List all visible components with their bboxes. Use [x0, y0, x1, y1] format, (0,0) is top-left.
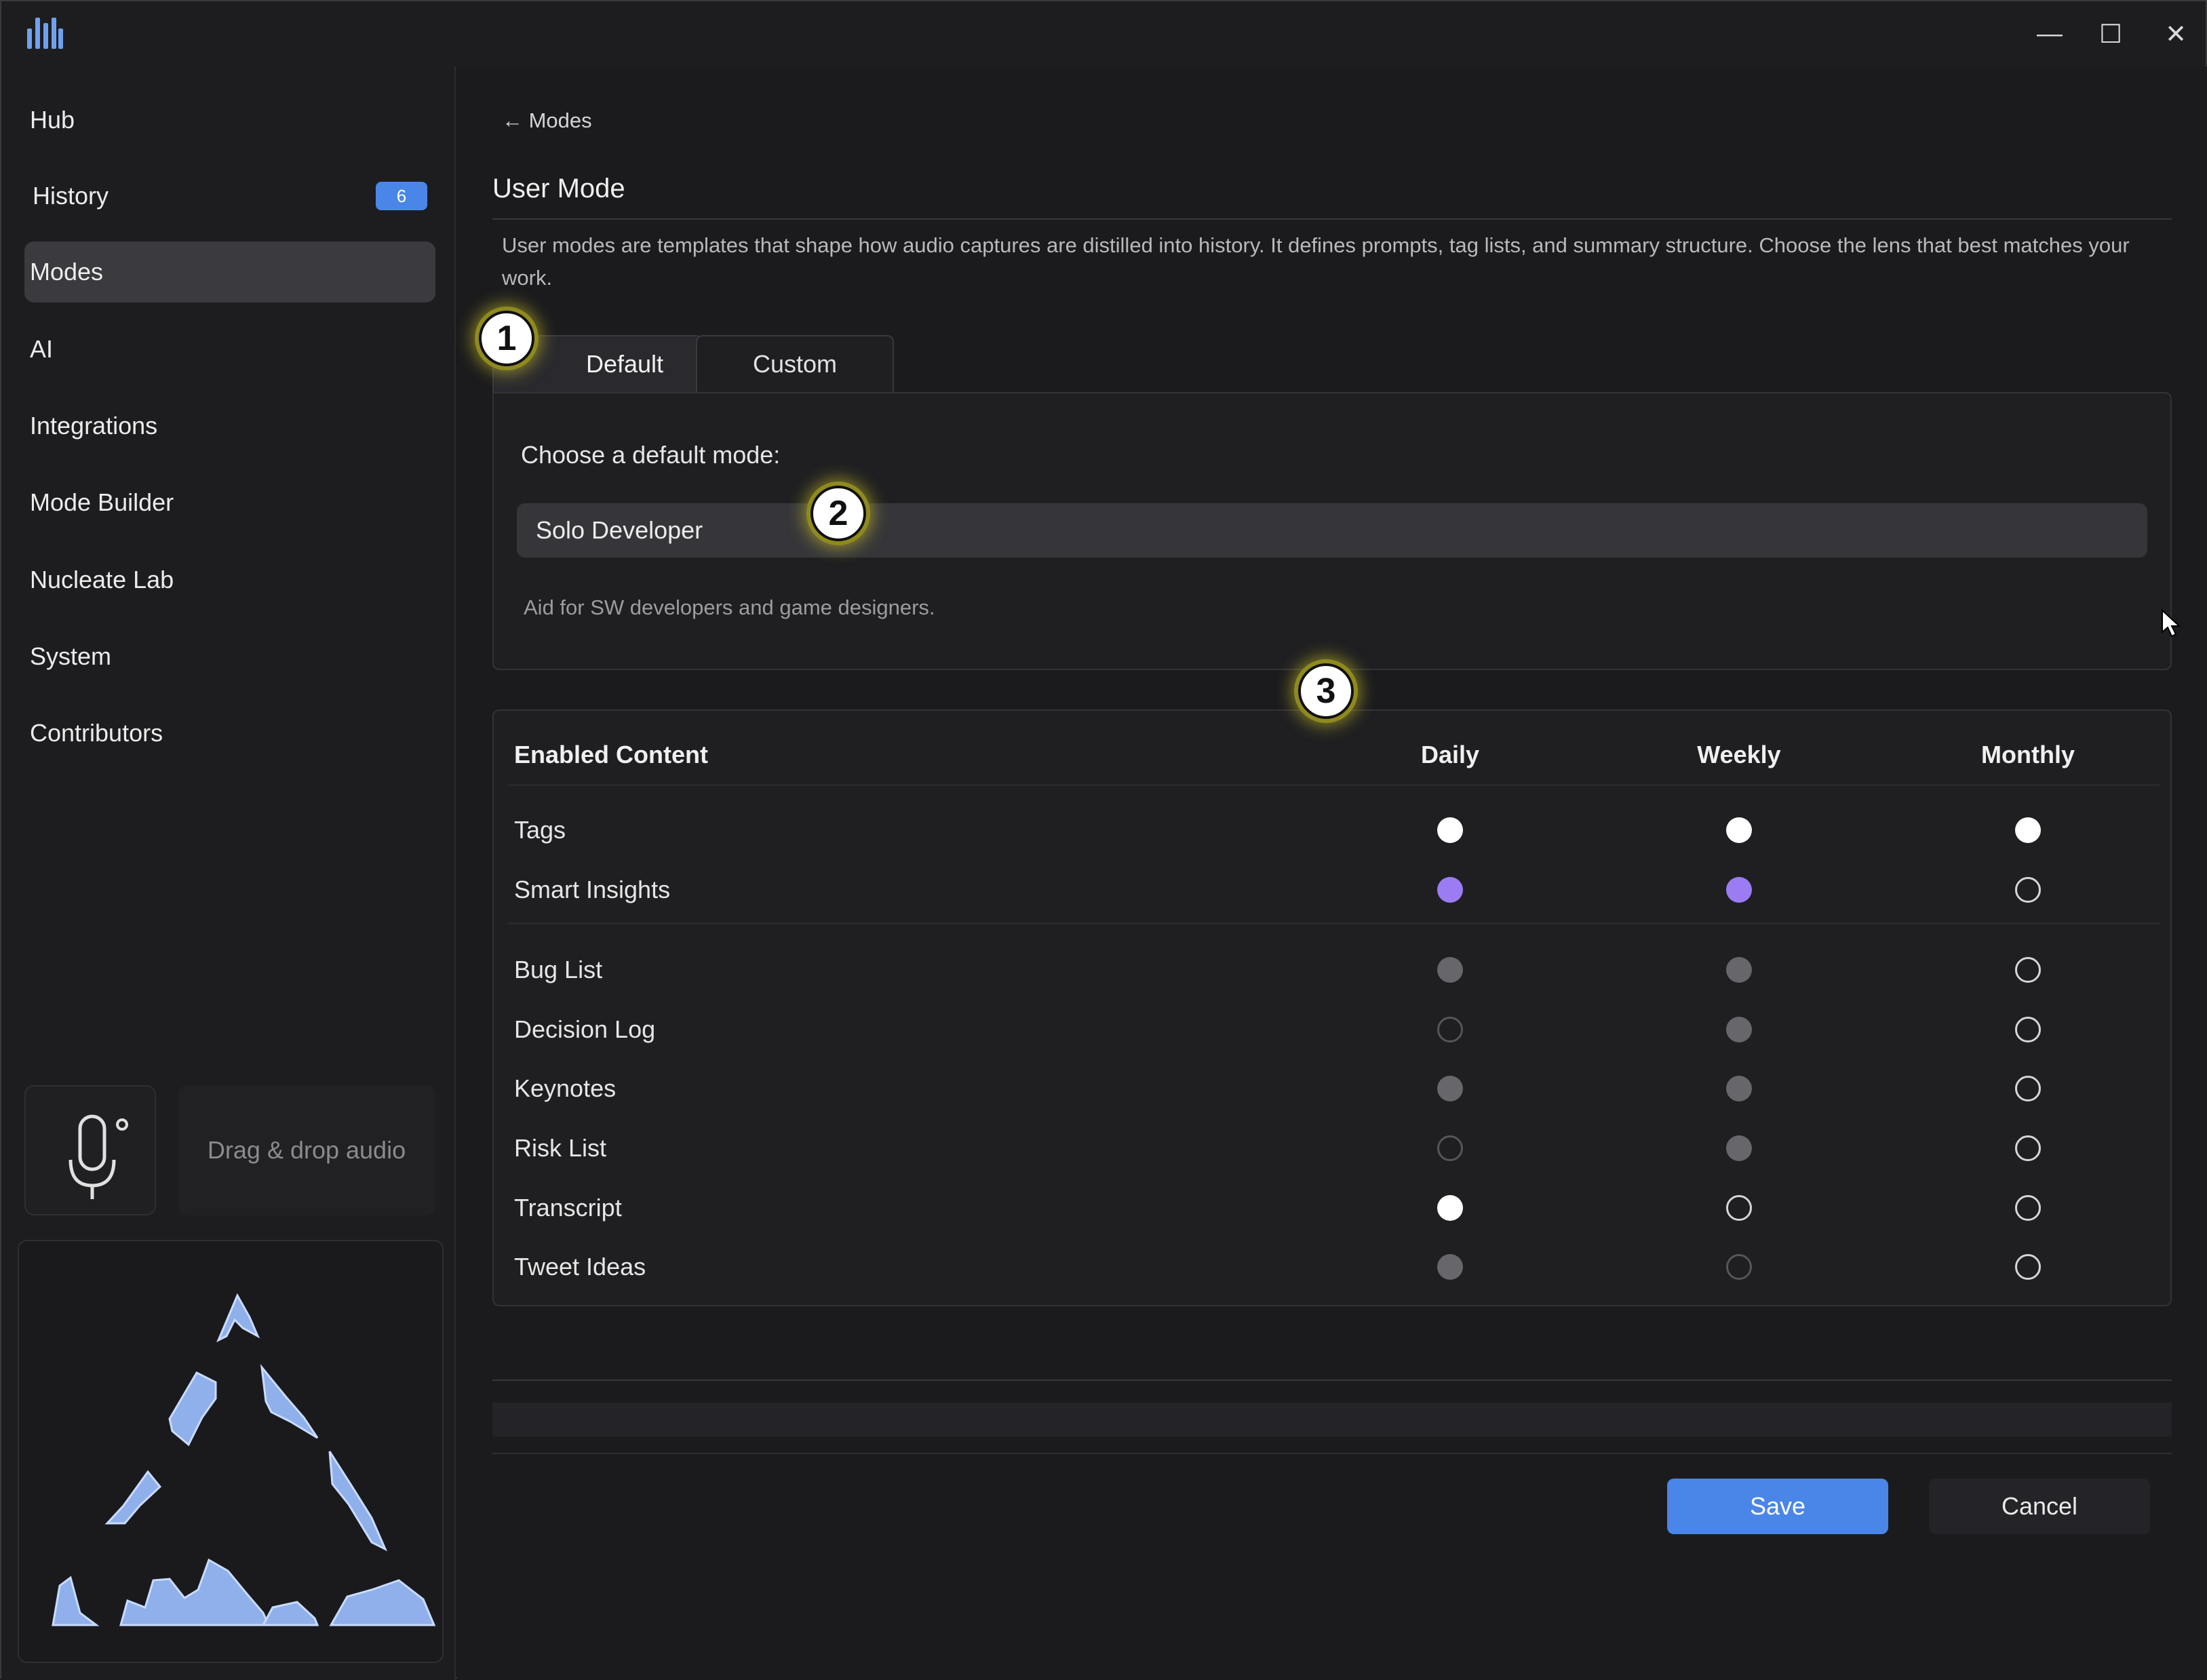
sidebar-item-label: Integrations [30, 412, 158, 439]
radio-tweet-ideas-daily[interactable] [1437, 1254, 1463, 1280]
sidebar-item-label: History [33, 182, 109, 210]
default-mode-select[interactable]: Solo Developer [517, 503, 2147, 558]
radio-tags-daily[interactable] [1437, 817, 1463, 843]
header-divider [507, 784, 2160, 786]
sidebar-item-hub[interactable]: Hub [24, 90, 435, 151]
radio-risk-list-monthly[interactable] [2015, 1135, 2041, 1161]
radio-bug-list-weekly[interactable] [1726, 957, 1752, 983]
radio-bug-list-monthly[interactable] [2015, 957, 2041, 983]
radio-smart-insights-daily[interactable] [1437, 877, 1463, 903]
radio-tags-weekly[interactable] [1726, 817, 1752, 843]
radio-tweet-ideas-monthly[interactable] [2015, 1254, 2041, 1280]
maximize-icon[interactable]: ☐ [2090, 14, 2131, 54]
radio-transcript-monthly[interactable] [2015, 1195, 2041, 1221]
row-label-tweet-ideas: Tweet Ideas [514, 1253, 646, 1281]
tab-custom[interactable]: Custom [696, 335, 894, 392]
annotation-marker-2: 2 [810, 486, 866, 541]
row-label-risk-list: Risk List [514, 1134, 607, 1162]
sidebar-item-label: Contributors [30, 719, 163, 747]
sidebar-item-label: Mode Builder [30, 488, 174, 516]
radio-keynotes-weekly[interactable] [1726, 1076, 1752, 1101]
crystal-triangle-image [52, 1293, 436, 1626]
microphone-icon [69, 1114, 128, 1199]
column-header-weekly: Weekly [1697, 741, 1781, 768]
annotation-marker-3: 3 [1298, 663, 1354, 719]
sidebar-item-label: AI [30, 335, 54, 363]
column-header-daily: Daily [1420, 741, 1480, 768]
page-description: User modes are templates that shape how … [502, 233, 2130, 290]
record-button[interactable] [24, 1085, 156, 1215]
row-label-decision-log: Decision Log [514, 1015, 656, 1043]
radio-decision-log-monthly[interactable] [2015, 1017, 2041, 1042]
sidebar-item-history[interactable]: History 6 [24, 165, 435, 227]
brand-artwork [18, 1240, 444, 1663]
divider [492, 218, 2172, 220]
group-divider [507, 922, 2160, 924]
annotation-marker-1: 1 [479, 311, 534, 366]
tab-label: Custom [752, 350, 838, 378]
back-to-modes-link[interactable]: ← Modes [502, 109, 592, 133]
radio-bug-list-daily[interactable] [1437, 957, 1463, 983]
default-mode-panel: Choose a default mode: Solo Developer Ai… [492, 392, 2172, 670]
column-header-monthly: Monthly [1981, 741, 2075, 768]
row-label-keynotes: Keynotes [514, 1074, 617, 1102]
enabled-content-table: Enabled Content Daily Weekly Monthly Tag… [492, 709, 2172, 1306]
radio-keynotes-daily[interactable] [1437, 1076, 1463, 1101]
radio-smart-insights-weekly[interactable] [1726, 877, 1752, 903]
main-content: ← Modes User Mode User modes are templat… [457, 66, 2207, 1679]
row-label-bug-list: Bug List [514, 956, 603, 983]
drop-zone-label: Drag & drop audio [207, 1136, 406, 1164]
sidebar: Hub History 6 Modes AI Integrations Mode… [1, 66, 456, 1680]
sidebar-item-label: Modes [30, 258, 104, 286]
cancel-button[interactable]: Cancel [1929, 1479, 2150, 1534]
radio-decision-log-daily[interactable] [1437, 1017, 1463, 1042]
app-logo-icon [27, 18, 63, 49]
tab-label: Default [585, 350, 664, 378]
radio-decision-log-weekly[interactable] [1726, 1017, 1752, 1042]
sidebar-item-ai[interactable]: AI [24, 319, 435, 380]
app-window: — ☐ ✕ Hub History 6 Modes AI Integration… [0, 0, 2207, 1680]
radio-tweet-ideas-weekly[interactable] [1726, 1254, 1752, 1280]
row-label-transcript: Transcript [514, 1194, 622, 1222]
status-bar [492, 1403, 2172, 1437]
sidebar-item-label: Hub [30, 106, 75, 134]
sidebar-item-nucleate-lab[interactable]: Nucleate Lab [24, 549, 435, 610]
page-title: User Mode [492, 174, 625, 203]
radio-transcript-daily[interactable] [1437, 1195, 1463, 1221]
radio-risk-list-weekly[interactable] [1726, 1135, 1752, 1161]
row-label-tags: Tags [514, 816, 566, 844]
radio-transcript-weekly[interactable] [1726, 1195, 1752, 1221]
sidebar-item-contributors[interactable]: Contributors [24, 703, 435, 764]
column-header-enabled-content: Enabled Content [514, 741, 708, 768]
divider [492, 1380, 2172, 1381]
selected-mode-value: Solo Developer [536, 516, 703, 544]
title-bar: — ☐ ✕ [1, 1, 2206, 66]
row-label-smart-insights: Smart Insights [514, 876, 671, 903]
sidebar-item-system[interactable]: System [24, 626, 435, 687]
divider [492, 1453, 2172, 1454]
radio-risk-list-daily[interactable] [1437, 1135, 1463, 1161]
mode-description: Aid for SW developers and game designers… [524, 595, 935, 619]
sidebar-item-modes[interactable]: Modes [24, 241, 435, 302]
history-count-badge: 6 [376, 182, 427, 210]
sidebar-item-label: System [30, 642, 112, 670]
sidebar-item-integrations[interactable]: Integrations [24, 395, 435, 456]
sidebar-item-label: Nucleate Lab [30, 566, 174, 593]
save-button[interactable]: Save [1667, 1479, 1888, 1534]
minimize-icon[interactable]: — [2029, 14, 2070, 54]
audio-drop-zone[interactable]: Drag & drop audio [178, 1085, 435, 1215]
default-mode-label: Choose a default mode: [521, 441, 781, 469]
close-icon[interactable]: ✕ [2155, 14, 2196, 54]
radio-tags-monthly[interactable] [2015, 817, 2041, 843]
radio-smart-insights-monthly[interactable] [2015, 877, 2041, 903]
radio-keynotes-monthly[interactable] [2015, 1076, 2041, 1101]
mouse-cursor-icon [2162, 609, 2181, 638]
sidebar-item-mode-builder[interactable]: Mode Builder [24, 472, 435, 533]
